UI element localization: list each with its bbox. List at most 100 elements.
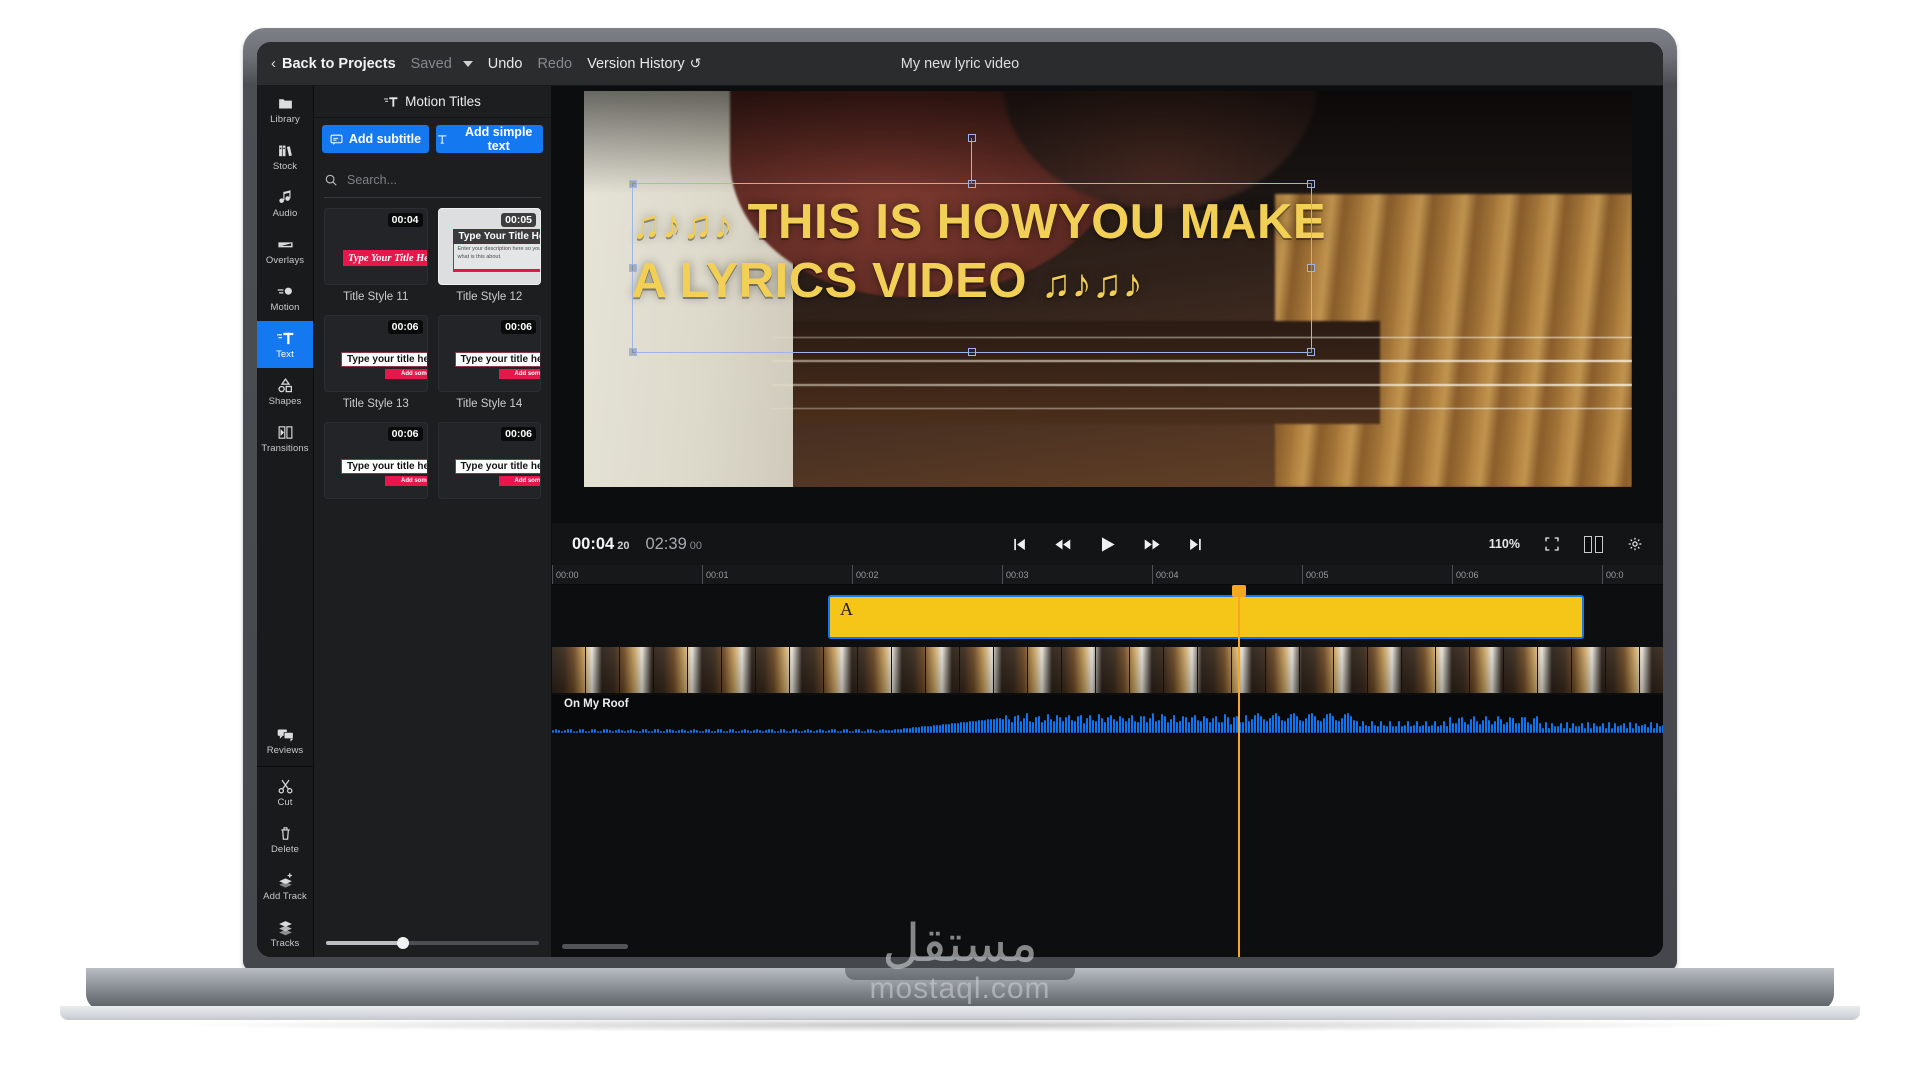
waveform-bar — [573, 731, 575, 733]
film-strip-frame — [1436, 647, 1470, 693]
zoom-level-label[interactable]: 110% — [1489, 537, 1520, 551]
waveform-bar — [1098, 714, 1100, 733]
audio-track[interactable]: On My Roof — [552, 695, 1663, 735]
waveform-bar — [1326, 714, 1328, 733]
waveform-bar — [1167, 722, 1169, 733]
waveform-bar — [1293, 713, 1295, 733]
sidebar-item-reviews[interactable]: Reviews — [257, 717, 313, 764]
video-canvas[interactable]: ♫♪♫♪ THIS IS HOWYOU MAKE A LYRICS VIDEO … — [584, 91, 1632, 487]
waveform-bar — [1077, 716, 1079, 733]
film-strip-frame — [1062, 647, 1096, 693]
title-style-card[interactable]: Type your title here Add some info here … — [438, 315, 542, 410]
sidebar-item-delete[interactable]: Delete — [257, 816, 313, 863]
waveform-bar — [627, 730, 629, 733]
thumbnail-size-slider[interactable] — [314, 931, 551, 957]
skip-to-start-button[interactable] — [1010, 536, 1027, 553]
play-button[interactable] — [1098, 535, 1117, 554]
split-view-icon[interactable] — [1584, 536, 1603, 553]
sidebar-item-cut[interactable]: Cut — [257, 769, 313, 816]
waveform-bar — [1143, 716, 1145, 733]
rewind-button[interactable] — [1054, 536, 1071, 553]
title-styles-grid: Type Your Title Here 00:04 Title Style 1… — [314, 198, 551, 931]
resize-handle-n[interactable] — [968, 180, 976, 188]
waveform-bar — [735, 731, 737, 733]
title-style-card[interactable]: Type Your Title Here 00:04 Title Style 1… — [324, 208, 428, 303]
panel-header: Motion Titles — [314, 86, 551, 118]
sample-title-bar: Type your title here — [341, 459, 428, 474]
resize-handle-ne[interactable] — [1307, 180, 1315, 188]
title-style-card[interactable]: Type Your Title Here Enter your descript… — [438, 208, 542, 303]
waveform-bar — [1362, 721, 1364, 733]
waveform-bar — [690, 730, 692, 733]
title-style-preview: Type Your Title Here Enter your descript… — [438, 208, 542, 285]
preview-area: ♫♪♫♪ THIS IS HOWYOU MAKE A LYRICS VIDEO … — [552, 86, 1663, 523]
film-strip-frame — [892, 647, 926, 693]
resize-handle-sw[interactable] — [629, 348, 637, 356]
waveform-bar — [1356, 721, 1358, 733]
fullscreen-icon[interactable] — [1544, 536, 1560, 552]
timeline-ruler[interactable]: 00:00 00:01 00:02 00:03 00:04 00:05 00:0… — [552, 565, 1663, 585]
sidebar-item-audio[interactable]: Audio — [257, 180, 313, 227]
title-style-card[interactable]: Type your title here Add some info here … — [324, 422, 428, 499]
slider-handle[interactable] — [397, 937, 409, 949]
waveform-bar — [684, 730, 686, 733]
sample-title-bar: Type your title here — [455, 459, 542, 474]
waveform-bar — [1329, 713, 1331, 733]
sidebar-item-overlays[interactable]: Overlays — [257, 227, 313, 274]
waveform-bar — [1041, 722, 1043, 733]
waveform-bar — [753, 730, 755, 733]
waveform-bar — [1275, 713, 1277, 733]
version-history-button[interactable]: Version History ↺ — [587, 55, 701, 72]
motion-icon — [277, 283, 294, 300]
sample-title-block: Type your title here Add some info here — [455, 352, 542, 379]
waveform-bar — [639, 731, 641, 733]
sidebar-item-library[interactable]: Library — [257, 86, 313, 133]
chevron-down-icon[interactable] — [463, 61, 473, 67]
sidebar-item-stock[interactable]: Stock — [257, 133, 313, 180]
resize-handle-se[interactable] — [1307, 348, 1315, 356]
resize-handle-e[interactable] — [1307, 264, 1315, 272]
waveform-bar — [1527, 722, 1529, 733]
waveform-bar — [891, 730, 893, 733]
sample-title-bar: Type Your Title Here — [453, 229, 542, 244]
sidebar-item-shapes[interactable]: Shapes — [257, 368, 313, 415]
waveform-bar — [1455, 723, 1457, 733]
sample-title-bar: Type Your Title Here — [343, 250, 428, 266]
sidebar-item-add-track[interactable]: Add Track — [257, 863, 313, 910]
resize-handle-w[interactable] — [629, 264, 637, 272]
back-to-projects-button[interactable]: ‹ Back to Projects — [271, 56, 396, 72]
gear-icon[interactable] — [1627, 536, 1643, 552]
waveform-bar — [1044, 720, 1046, 733]
sidebar-item-text[interactable]: Text — [257, 321, 313, 368]
search-field[interactable]: Search... — [324, 164, 541, 198]
duration-badge: 00:06 — [388, 320, 423, 334]
playhead[interactable] — [1238, 585, 1240, 957]
sidebar-item-transitions[interactable]: Transitions — [257, 415, 313, 462]
sidebar-item-label: Transitions — [261, 444, 308, 454]
undo-button[interactable]: Undo — [488, 56, 523, 72]
text-clip[interactable]: A — [828, 595, 1584, 639]
redo-button[interactable]: Redo — [537, 56, 572, 72]
resize-handle-nw[interactable] — [629, 180, 637, 188]
timeline[interactable]: 00:00 00:01 00:02 00:03 00:04 00:05 00:0… — [552, 565, 1663, 957]
resize-handle-s[interactable] — [968, 348, 976, 356]
waveform-bar — [966, 722, 968, 733]
skip-to-end-button[interactable] — [1188, 536, 1205, 553]
sidebar-item-motion[interactable]: Motion — [257, 274, 313, 321]
title-style-card[interactable]: Type your title here Add some info here … — [324, 315, 428, 410]
title-style-card[interactable]: Type your title here Add some info here … — [438, 422, 542, 499]
text-track[interactable]: A — [552, 595, 1663, 639]
text-selection-box[interactable] — [632, 183, 1312, 353]
rotate-handle[interactable] — [968, 134, 976, 142]
fast-forward-button[interactable] — [1144, 536, 1161, 553]
waveform-bar — [672, 730, 674, 733]
video-track[interactable] — [552, 647, 1663, 693]
timeline-horizontal-scrollbar[interactable] — [562, 944, 628, 949]
waveform-bar — [1617, 726, 1619, 733]
sample-title-bar: Type your title here — [455, 352, 542, 367]
add-subtitle-button[interactable]: Add subtitle — [322, 125, 429, 153]
duration-badge: 00:06 — [501, 427, 536, 441]
waveform-bar — [1158, 720, 1160, 733]
add-simple-text-button[interactable]: Add simple text — [436, 125, 543, 153]
sidebar-item-tracks[interactable]: Tracks — [257, 910, 313, 957]
